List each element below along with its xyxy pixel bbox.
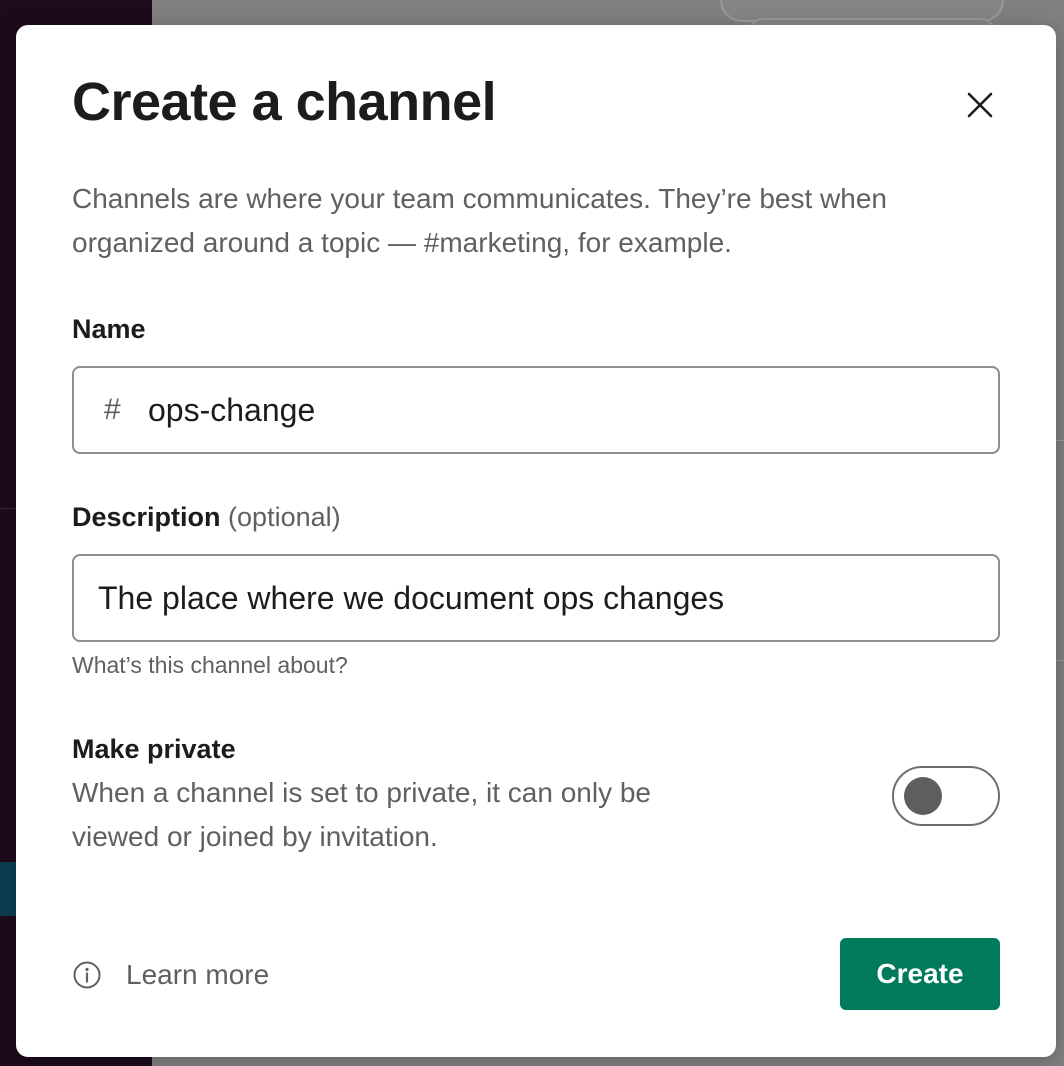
create-channel-modal: Create a channel Channels are where your…: [16, 25, 1056, 1057]
info-icon: [73, 961, 101, 989]
learn-more-link[interactable]: Learn more: [72, 953, 269, 997]
description-hint: What’s this channel about?: [72, 652, 348, 678]
modal-description: Channels are where your team communicate…: [72, 183, 887, 258]
close-icon: [967, 92, 993, 118]
description-label: Description (optional): [72, 499, 341, 535]
toggle-knob: [904, 777, 942, 815]
optional-note: (optional): [228, 502, 341, 532]
close-button[interactable]: [956, 81, 1004, 129]
description-field[interactable]: [72, 554, 1000, 642]
hash-icon: #: [104, 393, 121, 426]
modal-title: Create a channel: [72, 72, 497, 132]
channel-description-input[interactable]: [98, 568, 968, 628]
learn-more-label: Learn more: [126, 959, 270, 990]
make-private-title: Make private: [72, 734, 236, 764]
make-private-toggle[interactable]: [892, 766, 1000, 826]
background-divider: [1056, 440, 1064, 441]
channel-name-input[interactable]: [148, 380, 968, 440]
make-private-description: When a channel is set to private, it can…: [72, 777, 651, 852]
name-label: Name: [72, 314, 146, 344]
name-field[interactable]: #: [72, 366, 1000, 454]
description-label-text: Description: [72, 502, 221, 532]
background-divider: [1056, 660, 1064, 661]
create-button[interactable]: Create: [840, 938, 1000, 1010]
